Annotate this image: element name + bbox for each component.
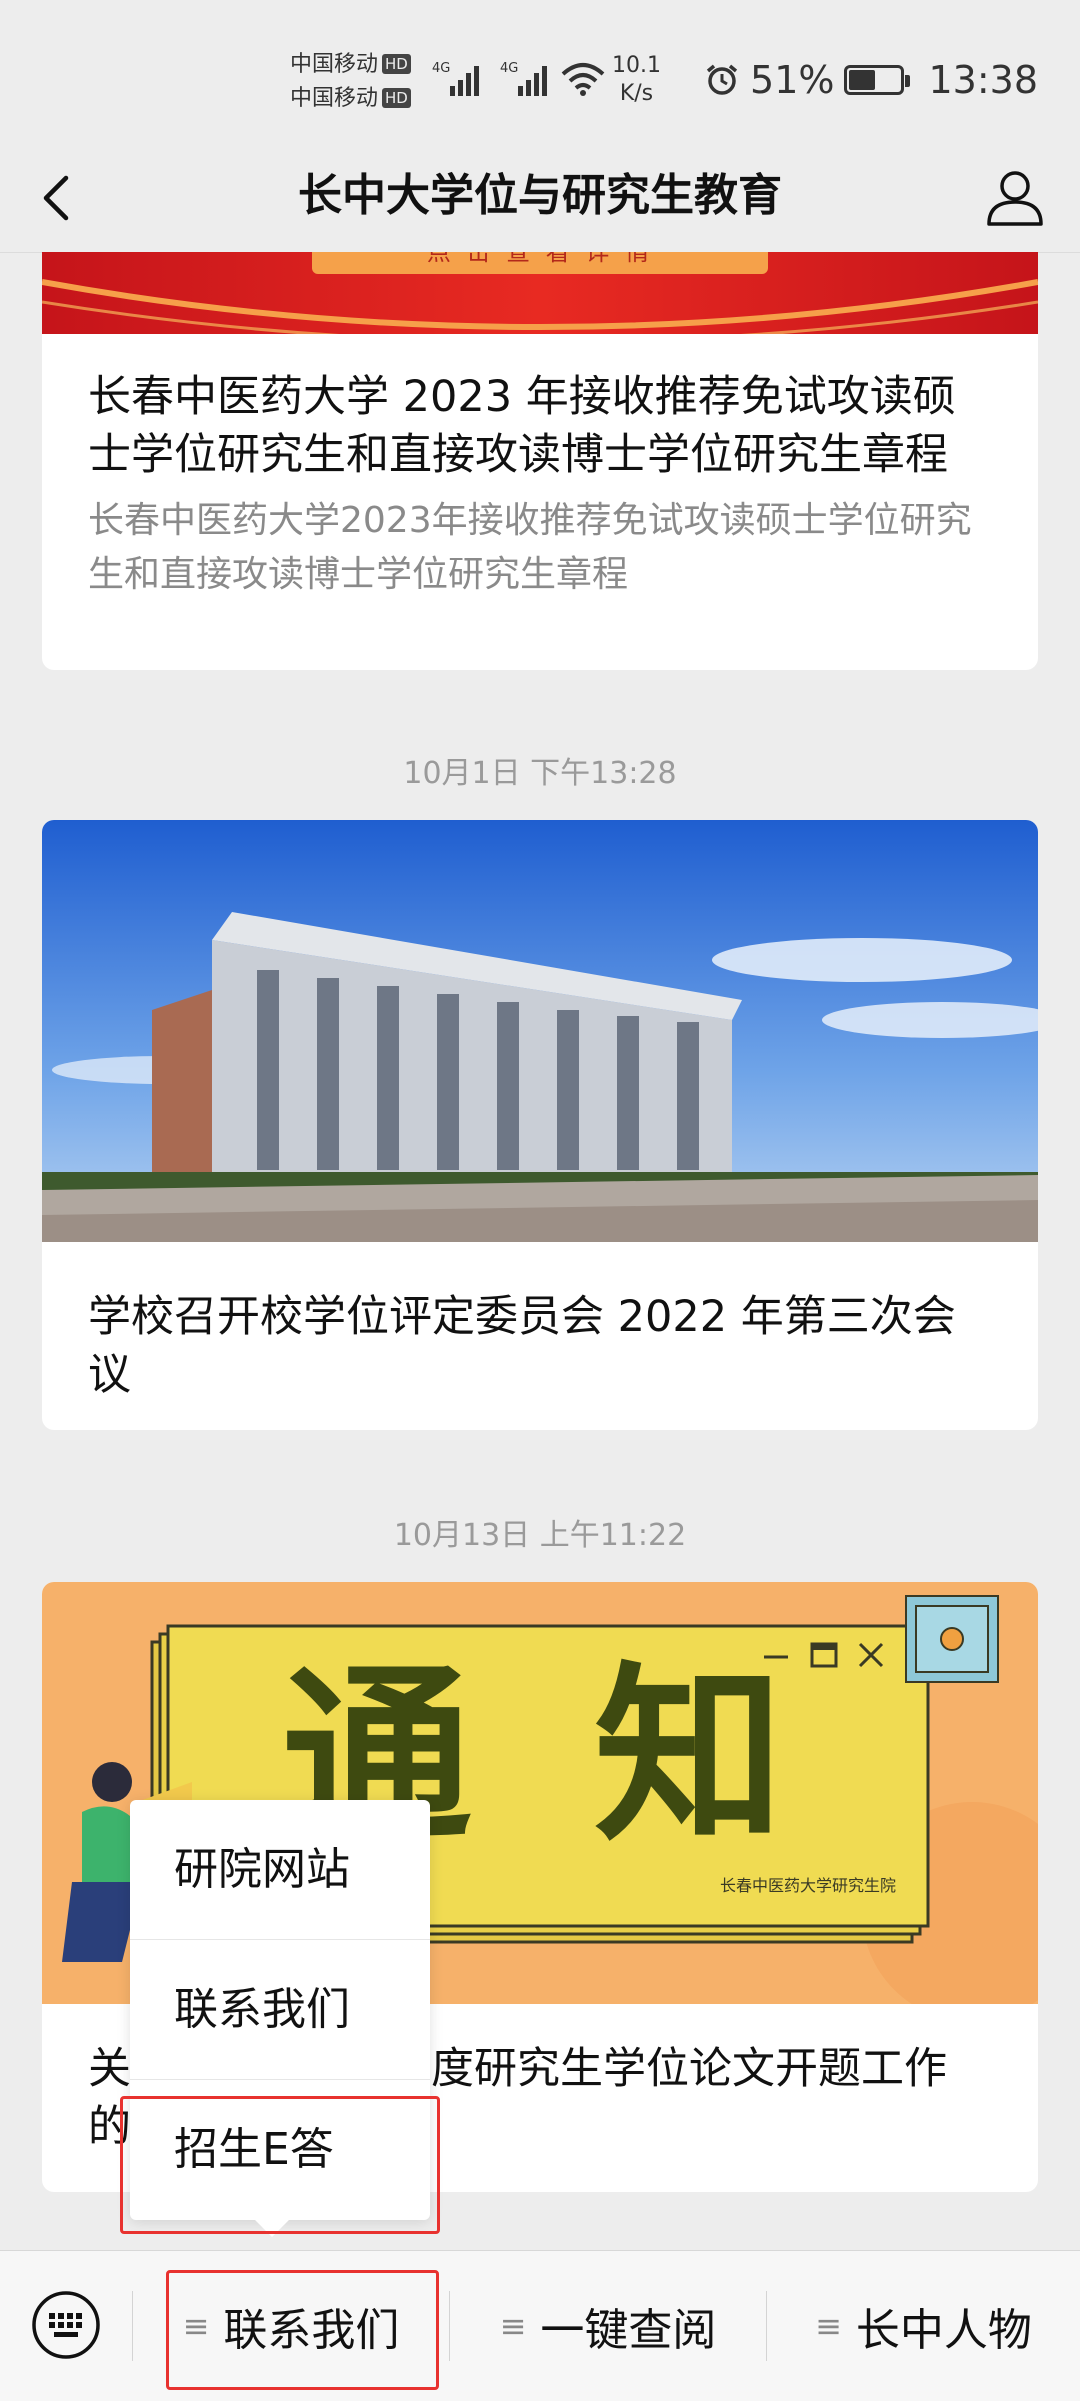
- menu-lines-icon: ≡: [815, 2307, 842, 2345]
- article-1-title: 长春中医药大学 2023 年接收推荐免试攻读硕士学位研究生和直接攻读博士学位研究…: [88, 372, 956, 480]
- article-2-building-image: [42, 820, 1038, 1242]
- menu-item-label: 一键查阅: [540, 2305, 717, 2356]
- carrier-info: 中国移动 HD 中国移动 HD: [290, 48, 411, 116]
- poster-caption: 长春中医药大学研究生院: [720, 1876, 897, 1895]
- wifi-icon: [561, 63, 605, 96]
- menu-lines-icon: ≡: [499, 2307, 527, 2345]
- signal-1-icon: 4G: [432, 61, 479, 96]
- submenu-item-admissions-qa[interactable]: 招生E答: [130, 2080, 430, 2220]
- status-right: 51% 13:38: [704, 55, 1038, 105]
- banner-button-text: 点 击 查 看 详 情: [426, 252, 654, 266]
- hd-badge: HD: [382, 54, 411, 74]
- alarm-icon: [706, 64, 738, 95]
- menu-item-label: 长中人物: [855, 2305, 1032, 2356]
- menu-item-contact-us[interactable]: ≡ 联系我们: [133, 2251, 449, 2401]
- timestamp: 10月13日 上午11:22: [393, 1518, 687, 1553]
- article-card-2[interactable]: 学校召开校学位评定委员会 2022 年第三次会议: [42, 820, 1038, 1430]
- carrier-1: 中国移动: [290, 52, 379, 77]
- svg-text:4G: 4G: [432, 61, 450, 76]
- article-card-1[interactable]: 点 击 查 看 详 情 长春中医药大学 2023 年接收推荐免试攻读硕士学位研究…: [42, 252, 1038, 670]
- keyboard-icon[interactable]: [30, 2289, 102, 2361]
- timestamp: 10月1日 下午13:28: [403, 756, 677, 791]
- article-2-title: 学校召开校学位评定委员会 2022 年第三次会议: [88, 1292, 956, 1400]
- svg-text:4G: 4G: [500, 61, 518, 76]
- page-title: 长中大学位与研究生教育: [298, 170, 782, 221]
- hd-badge: HD: [382, 88, 411, 108]
- menu-item-label: 联系我们: [223, 2305, 400, 2356]
- clock: 13:38: [928, 58, 1038, 102]
- menu-item-people[interactable]: ≡ 长中人物: [767, 2251, 1080, 2401]
- bottom-menu-bar: ≡ 联系我们 ≡ 一键查阅 ≡ 长中人物: [0, 2250, 1080, 2401]
- nav-bar: 长中大学位与研究生教育: [0, 140, 1080, 253]
- submenu-item-contact-us[interactable]: 联系我们: [130, 1940, 430, 2080]
- carrier-2: 中国移动: [290, 86, 379, 111]
- poster-headline-2: 知: [594, 1646, 785, 1867]
- menu-item-quick-lookup[interactable]: ≡ 一键查阅: [450, 2251, 766, 2401]
- menu-lines-icon: ≡: [182, 2307, 210, 2345]
- network-speed: 10.1 K/s: [612, 53, 661, 106]
- submenu-item-website[interactable]: 研院网站: [130, 1800, 430, 1940]
- signal-2-icon: 4G: [500, 61, 547, 96]
- status-bar: 中国移动 HD 中国移动 HD 4G 4G 10.1 K/s 51% 13:38: [0, 0, 1080, 150]
- person-icon[interactable]: [980, 162, 1050, 232]
- battery-percent: 51%: [750, 58, 835, 102]
- battery-icon: [844, 65, 911, 95]
- article-1-description: 长春中医药大学2023年接收推荐免试攻读硕士学位研究生和直接攻读博士学位研究生章…: [88, 500, 972, 595]
- submenu-popup: 研院网站 联系我们 招生E答: [130, 1800, 430, 2237]
